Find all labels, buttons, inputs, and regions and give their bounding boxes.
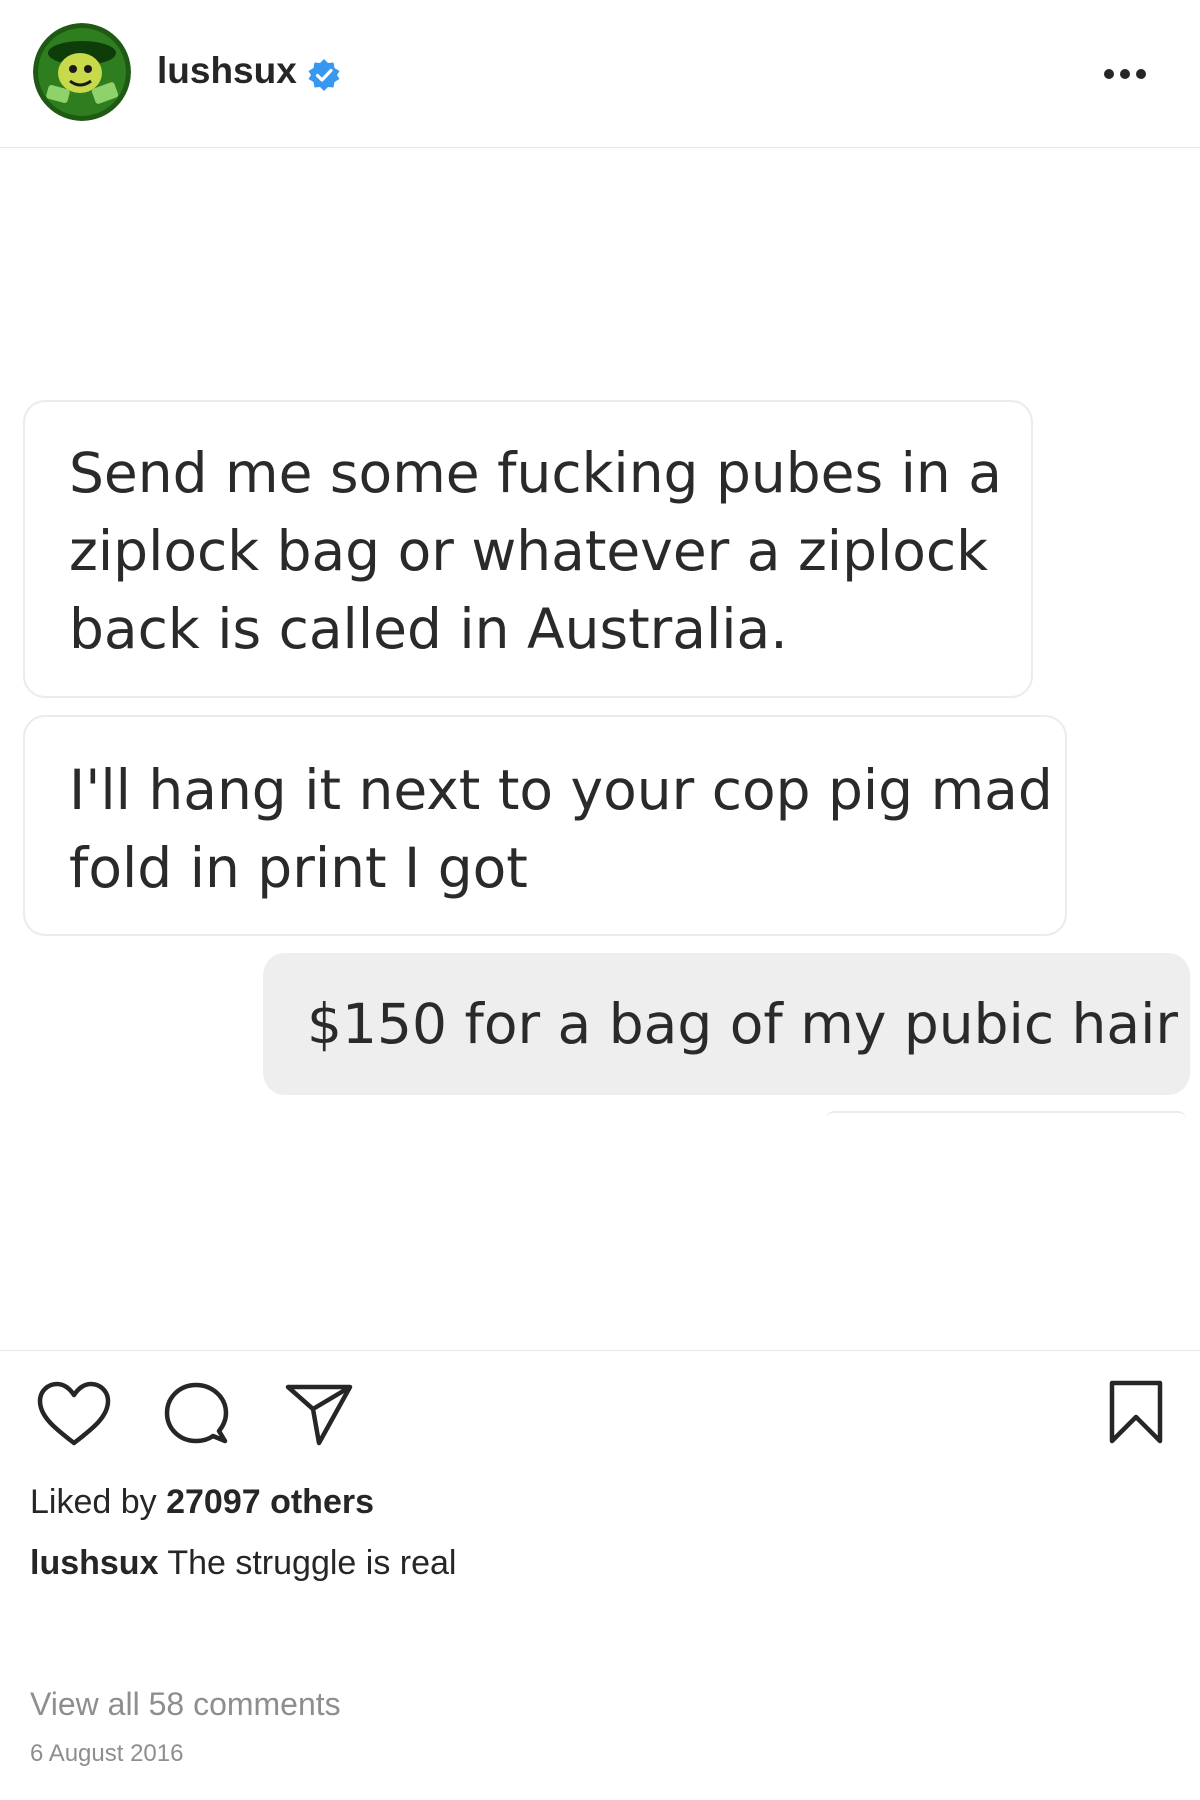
message-line: fold in print I got [69,836,528,900]
caption-text: The struggle is real [167,1544,457,1582]
message-line: ziplock bag or whatever a ziplock [69,519,989,583]
caption-username[interactable]: lushsux [30,1544,158,1582]
comment-icon[interactable] [163,1381,229,1447]
post-username[interactable]: lushsux [157,50,297,92]
post-date: 6 August 2016 [30,1740,184,1767]
message-line: I'll hang it next to your cop pig mad [69,758,1053,822]
message-bubble-incoming: I'll hang it next to your cop pig mad fo… [23,715,1067,936]
caption: lushsux The struggle is real [30,1544,456,1583]
message-line: $150 for a bag of my pubic hair [307,992,1179,1056]
more-options-icon[interactable] [1100,60,1150,88]
message-bubble-outgoing: $150 for a bag of my pubic hair [263,953,1190,1095]
bookmark-icon[interactable] [1108,1379,1164,1445]
post-header: lushsux [0,0,1200,148]
message-bubble-partial [826,1111,1186,1119]
likes-prefix: Liked by [30,1483,157,1521]
heart-icon[interactable] [36,1381,112,1447]
message-line: Send me some fucking pubes in a [69,441,1002,505]
verified-badge-icon [307,58,341,92]
message-bubble-incoming: Send me some fucking pubes in a ziplock … [23,400,1033,698]
view-comments-link[interactable]: View all 58 comments [30,1686,341,1723]
likes-count[interactable]: 27097 others [166,1483,374,1521]
share-icon[interactable] [285,1383,353,1447]
action-bar [0,1350,1200,1460]
message-line: back is called in Australia. [69,597,788,661]
avatar[interactable] [33,23,131,121]
likes-line: Liked by 27097 others [30,1483,374,1522]
